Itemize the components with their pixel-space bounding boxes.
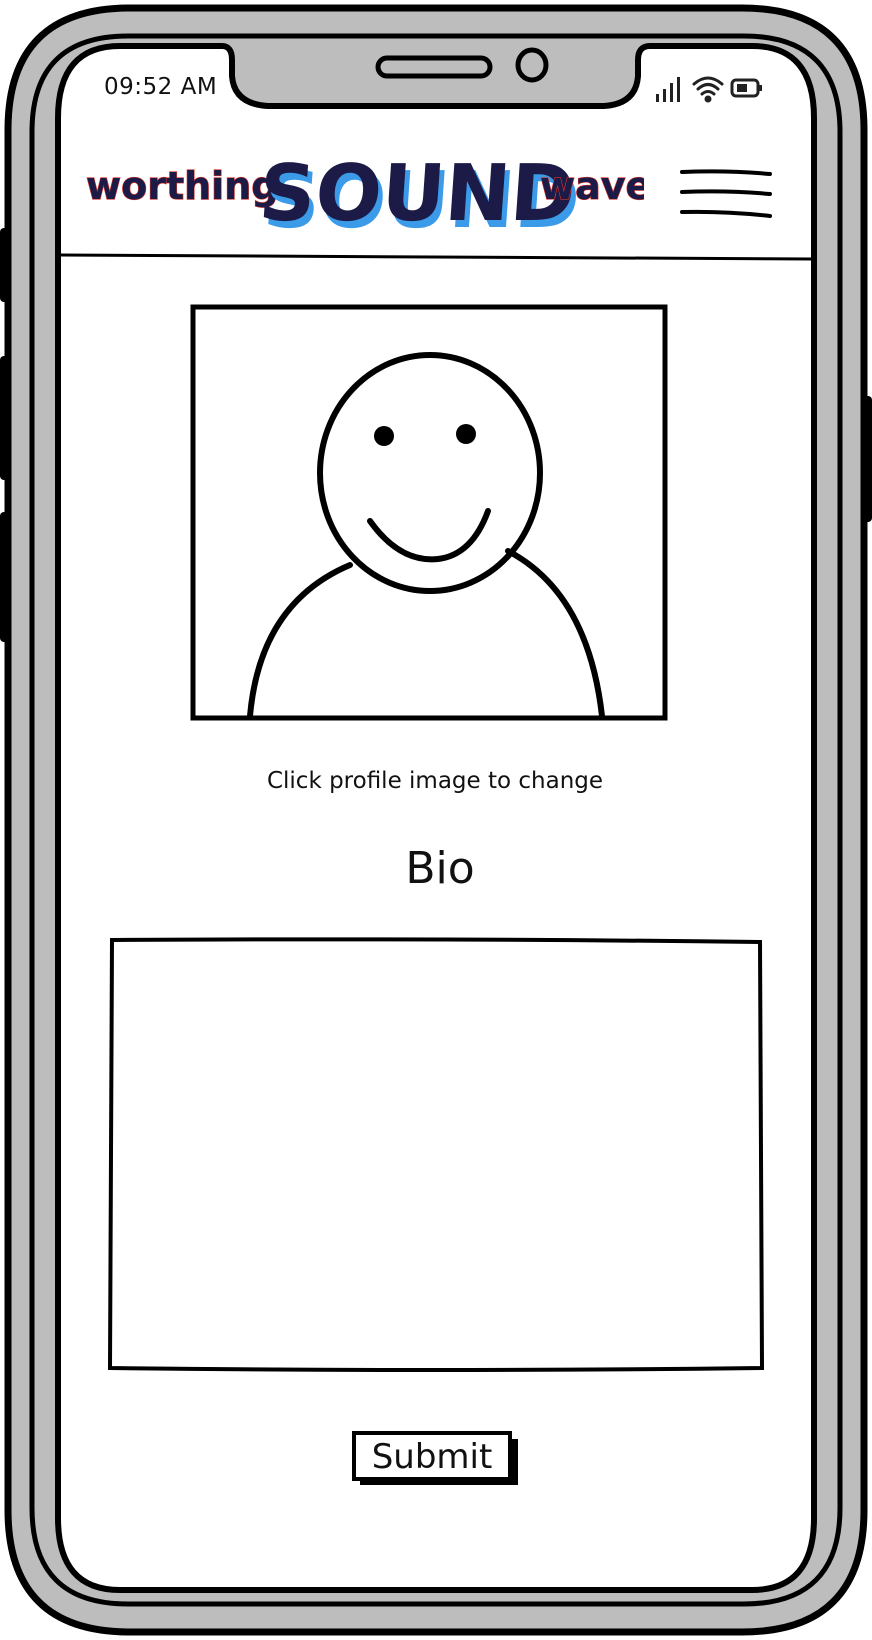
signal-bars-icon xyxy=(656,77,680,102)
profile-image[interactable] xyxy=(190,303,670,723)
battery-icon xyxy=(730,78,762,98)
status-time: 09:52 AM xyxy=(104,74,218,100)
bio-textarea[interactable] xyxy=(112,942,756,1366)
phone-frame xyxy=(0,4,872,1636)
logo-word-left: worthing xyxy=(86,164,278,208)
bio-heading: Bio xyxy=(405,843,475,894)
logo-word-right: wave xyxy=(540,164,644,208)
logo-word-center: SOUND xyxy=(256,149,578,239)
submit-button[interactable]: Submit xyxy=(352,1431,522,1487)
profile-image-hint: Click profile image to change xyxy=(266,768,604,794)
wifi-icon xyxy=(692,76,724,103)
site-logo[interactable]: worthing SOUND SOUND wave xyxy=(84,142,644,242)
hamburger-menu-icon[interactable] xyxy=(678,164,774,224)
submit-button-label: Submit xyxy=(371,1437,493,1477)
status-icons xyxy=(656,76,762,103)
